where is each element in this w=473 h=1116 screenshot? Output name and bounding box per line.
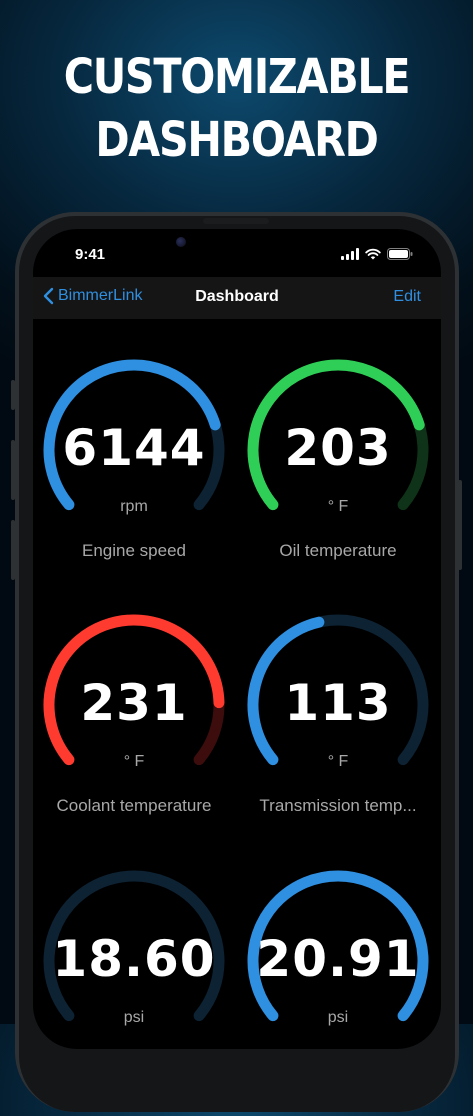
gauge-tile[interactable]: 113 ° F Transmission temp... xyxy=(243,610,433,860)
status-bar: 9:41 xyxy=(33,229,441,277)
gauge-unit: psi xyxy=(123,1009,145,1026)
gauge-tile[interactable]: 6144 rpm Engine speed xyxy=(39,355,229,605)
phone-side-button xyxy=(11,380,15,410)
gauge-unit: ° F xyxy=(123,753,145,770)
cellular-signal-icon xyxy=(341,248,359,260)
battery-icon xyxy=(387,248,413,260)
headline-line-1: CUSTOMIZABLE xyxy=(63,49,411,105)
edit-button[interactable]: Edit xyxy=(393,288,421,306)
phone-side-button xyxy=(458,480,462,570)
wifi-icon xyxy=(365,248,381,260)
gauge-name: Oil temperature xyxy=(279,541,397,560)
gauge-unit: ° F xyxy=(327,753,349,770)
phone-side-button xyxy=(11,440,15,500)
gauge-tile[interactable]: 203 ° F Oil temperature xyxy=(243,355,433,605)
phone-side-button xyxy=(11,520,15,580)
status-time: 9:41 xyxy=(75,246,106,263)
gauge-unit: ° F xyxy=(327,498,349,515)
headline-line-2: DASHBOARD xyxy=(95,112,379,168)
gauge-name: Transmission temp... xyxy=(259,796,417,815)
gauge-value: 18.60 xyxy=(52,930,216,988)
gauge-value: 231 xyxy=(80,674,188,732)
navigation-bar: BimmerLink Dashboard Edit xyxy=(33,277,441,319)
earpiece-speaker xyxy=(203,218,269,224)
gauge-value: 6144 xyxy=(62,419,206,477)
gauge-tile[interactable]: 231 ° F Coolant temperature xyxy=(39,610,229,860)
gauge-name: Engine speed xyxy=(82,541,186,560)
gauge-unit: rpm xyxy=(120,498,148,515)
gauge-tile[interactable]: 20.91 psi xyxy=(243,866,433,1116)
gauge-name: Coolant temperature xyxy=(56,796,212,815)
gauge-unit: psi xyxy=(327,1009,349,1026)
nav-title: Dashboard xyxy=(195,288,279,305)
gauge-value: 203 xyxy=(284,419,392,477)
gauge-value: 20.91 xyxy=(256,930,420,988)
gauge-tile[interactable]: 18.60 psi xyxy=(39,866,229,1116)
gauge-value: 113 xyxy=(284,674,392,732)
